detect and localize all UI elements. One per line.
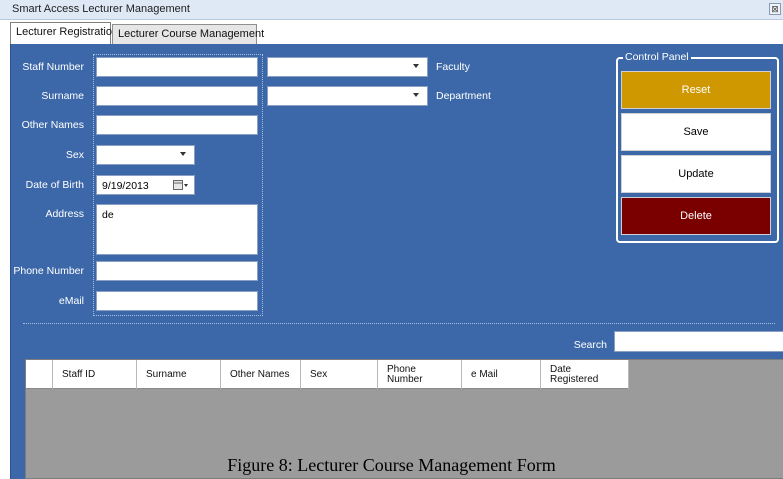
column-header-email[interactable]: e Mail [462,360,541,389]
staff-number-input[interactable] [96,57,258,77]
column-header-date-registered[interactable]: Date Registered [541,360,629,389]
chevron-down-icon [413,93,419,97]
section-divider [23,323,775,324]
title-bar: Smart Access Lecturer Management ⊠ [0,0,783,20]
tab-strip: Lecturer Registration Lecturer Course Ma… [10,22,783,44]
other-names-label: Other Names [21,119,84,131]
search-label: Search [573,339,607,351]
column-header-other-names[interactable]: Other Names [221,360,301,389]
control-panel-title: Control Panel [623,51,691,63]
row-selector-header [26,360,53,389]
reset-button[interactable]: Reset [621,71,771,109]
tab-lecturer-course-management[interactable]: Lecturer Course Management [112,24,264,44]
address-label: Address [45,208,84,220]
window-title: Smart Access Lecturer Management [12,3,190,15]
delete-button[interactable]: Delete [621,197,771,235]
address-textarea[interactable]: de [96,204,258,255]
column-header-surname[interactable]: Surname [137,360,221,389]
department-select[interactable] [267,86,428,106]
column-header-phone-number[interactable]: Phone Number [378,360,462,389]
phone-number-label: Phone Number [13,265,84,277]
faculty-label: Faculty [436,61,470,73]
sex-label: Sex [65,149,84,161]
chevron-down-icon [413,64,419,68]
search-input[interactable] [614,331,783,352]
surname-input[interactable] [96,86,258,106]
sex-select[interactable] [96,145,195,165]
close-icon[interactable]: ⊠ [769,3,781,15]
control-panel: Control Panel Reset Save Update Delete [616,51,779,243]
email-input[interactable] [96,291,258,311]
email-label: eMail [58,295,84,307]
other-names-input[interactable] [96,115,258,135]
chevron-down-icon [180,152,186,156]
save-button[interactable]: Save [621,113,771,151]
figure-caption: Figure 8: Lecturer Course Management For… [227,455,556,475]
department-label: Department [436,90,491,102]
registration-form: Staff Number Surname Other Names Sex Dat… [10,44,783,479]
date-of-birth-label: Date of Birth [25,179,84,191]
staff-number-label: Staff Number [22,61,84,73]
date-of-birth-picker[interactable]: 9/19/2013 [96,175,195,195]
surname-label: Surname [41,90,84,102]
column-header-staff-id[interactable]: Staff ID [53,360,137,389]
phone-number-input[interactable] [96,261,258,281]
faculty-select[interactable] [267,57,428,77]
update-button[interactable]: Update [621,155,771,193]
column-header-sex[interactable]: Sex [301,360,378,389]
tab-lecturer-registration[interactable]: Lecturer Registration [10,22,118,44]
calendar-icon[interactable] [173,180,189,191]
table-header: Staff ID Surname Other Names Sex Phone N… [26,360,629,389]
